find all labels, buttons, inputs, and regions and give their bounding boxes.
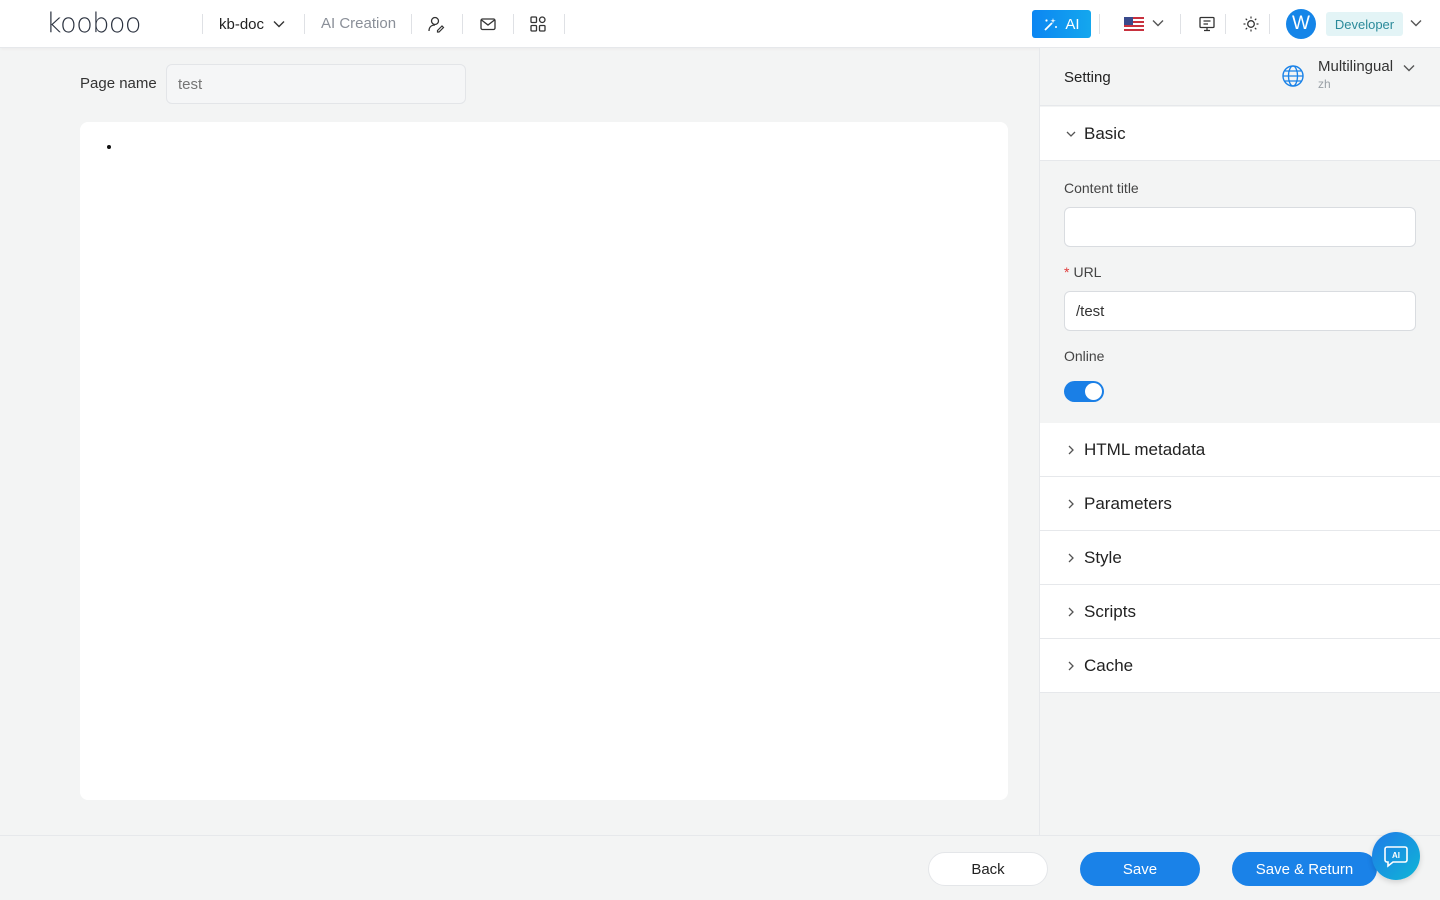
chevron-right-icon xyxy=(1068,445,1074,455)
chevron-down-icon[interactable] xyxy=(1409,16,1423,30)
chevron-down-icon xyxy=(1066,131,1076,137)
chevron-down-icon[interactable] xyxy=(1402,61,1416,75)
sun-icon[interactable] xyxy=(1240,13,1262,35)
section-title: Scripts xyxy=(1084,602,1136,621)
divider xyxy=(1225,14,1226,34)
divider xyxy=(304,14,305,34)
site-selector[interactable]: kb-doc xyxy=(219,14,286,34)
save-and-return-button[interactable]: Save & Return xyxy=(1232,852,1377,886)
chevron-down-icon xyxy=(273,21,285,28)
section-basic[interactable]: Basic xyxy=(1040,107,1440,161)
divider xyxy=(411,14,412,34)
apps-grid-icon[interactable] xyxy=(527,13,549,35)
chevron-right-icon xyxy=(1068,553,1074,563)
chevron-right-icon xyxy=(1068,499,1074,509)
section-parameters[interactable]: Parameters xyxy=(1040,477,1440,531)
content-title-input[interactable] xyxy=(1064,207,1416,247)
divider xyxy=(1099,14,1100,34)
ai-button-label: AI xyxy=(1065,15,1080,33)
divider xyxy=(1269,14,1270,34)
user-edit-icon[interactable] xyxy=(425,13,447,35)
mail-icon[interactable] xyxy=(477,13,499,35)
section-title: Cache xyxy=(1084,656,1134,675)
content-title-label: Content title xyxy=(1064,180,1139,196)
avatar[interactable]: W xyxy=(1286,9,1316,39)
online-toggle[interactable] xyxy=(1064,381,1104,402)
ai-button[interactable]: AI xyxy=(1032,10,1091,38)
toggle-knob xyxy=(1085,383,1102,400)
online-label: Online xyxy=(1064,348,1105,364)
url-input[interactable] xyxy=(1064,291,1416,331)
divider xyxy=(202,14,203,34)
section-title: Style xyxy=(1084,548,1122,567)
settings-panel: Setting Multilingual zh Basic Content ti… xyxy=(1039,48,1440,835)
url-label-text: URL xyxy=(1073,264,1102,280)
multilingual-language: zh xyxy=(1318,77,1331,91)
top-bar: kooboo kb-doc AI Creation AI W Developer xyxy=(0,0,1440,48)
divider xyxy=(513,14,514,34)
section-html-metadata[interactable]: HTML metadata xyxy=(1040,423,1440,477)
role-badge[interactable]: Developer xyxy=(1326,12,1403,36)
magic-wand-icon xyxy=(1044,17,1058,31)
divider xyxy=(564,14,565,34)
setting-title: Setting xyxy=(1064,69,1111,86)
kooboo-logo[interactable]: kooboo xyxy=(46,9,141,39)
back-button[interactable]: Back xyxy=(928,852,1048,886)
required-mark: * xyxy=(1064,264,1070,280)
chevron-down-icon[interactable] xyxy=(1151,16,1165,30)
page-name-input[interactable] xyxy=(166,64,466,104)
chevron-right-icon xyxy=(1068,661,1074,671)
multilingual-label[interactable]: Multilingual xyxy=(1318,58,1393,75)
globe-icon[interactable] xyxy=(1281,64,1305,88)
section-style[interactable]: Style xyxy=(1040,531,1440,585)
editor-bullet-list xyxy=(104,138,122,160)
divider xyxy=(1180,14,1181,34)
site-name: kb-doc xyxy=(219,15,265,33)
us-flag-icon[interactable] xyxy=(1124,17,1144,31)
section-title: Basic xyxy=(1084,124,1126,143)
url-label: * URL xyxy=(1064,264,1101,280)
chevron-right-icon xyxy=(1068,607,1074,617)
logo-text: kooboo xyxy=(46,8,141,39)
section-cache[interactable]: Cache xyxy=(1040,639,1440,693)
divider xyxy=(462,14,463,34)
footer-bar: Back Save Save & Return xyxy=(0,835,1440,900)
ai-assistant-button[interactable]: AI xyxy=(1372,832,1420,880)
svg-text:AI: AI xyxy=(1392,851,1400,860)
basic-section-body: Content title *URL Online xyxy=(1040,162,1440,423)
ai-creation-link[interactable]: AI Creation xyxy=(321,15,396,32)
save-button[interactable]: Save xyxy=(1080,852,1200,886)
presentation-icon[interactable] xyxy=(1196,13,1218,35)
ai-chat-icon: AI xyxy=(1384,846,1408,868)
section-title: Parameters xyxy=(1084,494,1172,513)
content-editor[interactable] xyxy=(80,122,1008,800)
panel-header: Setting Multilingual zh xyxy=(1040,48,1440,106)
section-scripts[interactable]: Scripts xyxy=(1040,585,1440,639)
page-name-label: Page name xyxy=(80,75,157,92)
section-title: HTML metadata xyxy=(1084,440,1206,459)
